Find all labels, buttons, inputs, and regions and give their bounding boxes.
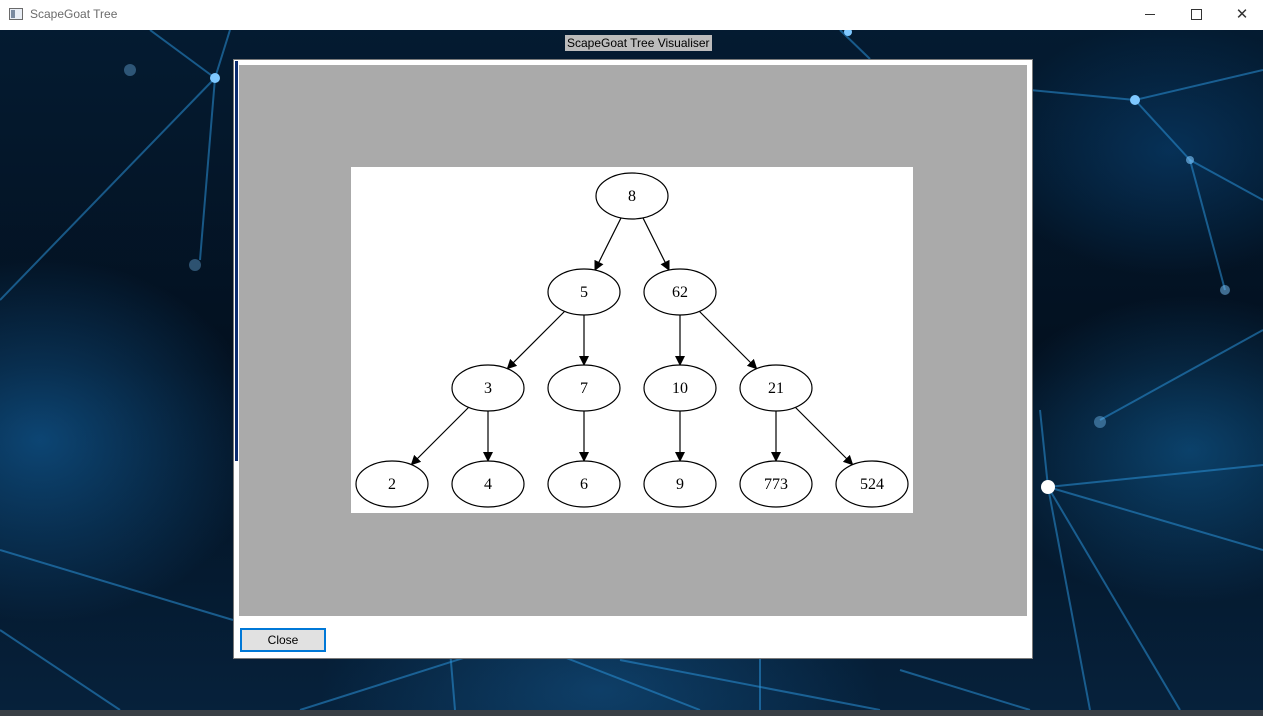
- tree-edge-8-62: [642, 217, 670, 271]
- tree-node: 2: [355, 460, 429, 508]
- tree-node-label: 7: [580, 380, 588, 397]
- tree-node-label: 21: [768, 380, 784, 397]
- tree-node-label: 9: [676, 476, 684, 493]
- tree-edge-21-524: [794, 406, 854, 466]
- tree-node: 3: [451, 364, 525, 412]
- tree-node-label: 2: [388, 476, 396, 493]
- tree-node: 7: [547, 364, 621, 412]
- tree-node: 524: [835, 460, 909, 508]
- dialog-background-strip: [235, 61, 238, 461]
- visualiser-title: ScapeGoat Tree Visualiser: [565, 35, 712, 51]
- tree-node-label: 773: [764, 476, 788, 493]
- close-window-button[interactable]: ✕: [1219, 0, 1263, 30]
- tree-edge-62-21: [698, 310, 758, 370]
- app-icon: [9, 8, 23, 20]
- tree-node: 773: [739, 460, 813, 508]
- tree-edge-3-2: [410, 406, 470, 466]
- tree-diagram: 8 5 62 3 7 10 21 2 4 6 9 773 524: [355, 172, 909, 508]
- tree-edge-5-3: [506, 310, 566, 370]
- tree-node-label: 524: [860, 476, 884, 493]
- minimize-icon: [1145, 14, 1155, 15]
- tree-node: 6: [547, 460, 621, 508]
- window-title: ScapeGoat Tree: [30, 7, 118, 21]
- tree-node-label: 3: [484, 380, 492, 397]
- tree-node: 5: [547, 268, 621, 316]
- tree-node: 9: [643, 460, 717, 508]
- tree-node-label: 10: [672, 380, 688, 397]
- window-titlebar: ScapeGoat Tree ✕: [0, 0, 1263, 31]
- tree-node: 62: [643, 268, 717, 316]
- tree-canvas: 8 5 62 3 7 10 21 2 4 6 9 773 524: [239, 65, 1027, 616]
- tree-node: 21: [739, 364, 813, 412]
- close-button[interactable]: Close: [240, 628, 326, 652]
- taskbar-edge: [0, 710, 1263, 716]
- close-icon: ✕: [1235, 6, 1249, 23]
- tree-node-label: 4: [484, 476, 492, 493]
- tree-node-label: 6: [580, 476, 588, 493]
- tree-node-label: 62: [672, 284, 688, 301]
- tree-node: 8: [595, 172, 669, 220]
- tree-node: 10: [643, 364, 717, 412]
- visualiser-dialog: 8 5 62 3 7 10 21 2 4 6 9 773 524 Close: [233, 59, 1033, 659]
- maximize-button[interactable]: [1173, 0, 1219, 30]
- tree-node: 4: [451, 460, 525, 508]
- tree-node-label: 5: [580, 284, 588, 301]
- maximize-icon: [1191, 9, 1202, 20]
- tree-edge-8-5: [594, 217, 622, 271]
- tree-node-label: 8: [628, 188, 636, 205]
- tree-image: 8 5 62 3 7 10 21 2 4 6 9 773 524: [351, 167, 913, 513]
- minimize-button[interactable]: [1127, 0, 1173, 30]
